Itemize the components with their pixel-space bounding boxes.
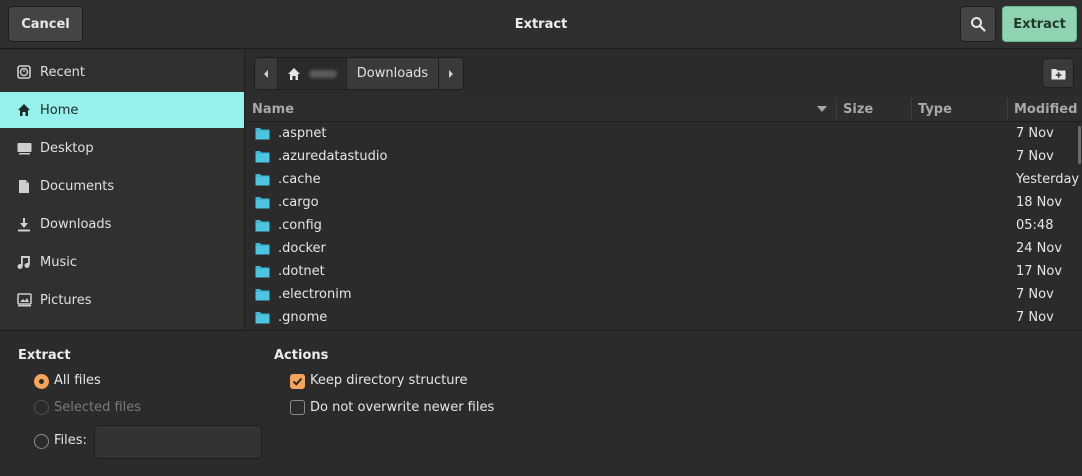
path-scroll-left-button[interactable] [254, 57, 278, 90]
file-row[interactable]: .cache Yesterday [246, 168, 1082, 191]
folder-icon [255, 266, 270, 278]
path-bar: Downloads [246, 50, 1082, 96]
chevron-left-icon [264, 69, 268, 78]
extract-button[interactable]: Extract [1002, 6, 1077, 42]
file-list: Name Size Type Modified .aspnet 7 Nov .a… [246, 96, 1082, 330]
sidebar-item-label: Desktop [40, 140, 94, 156]
sidebar-item-documents[interactable]: Documents [0, 168, 244, 204]
chevron-right-icon [449, 69, 453, 78]
extract-options-panel: Extract All files Selected files Files: … [0, 330, 1082, 476]
folder-icon [255, 174, 270, 186]
all-files-radio[interactable] [34, 374, 49, 389]
file-modified: 18 Nov [1016, 195, 1063, 210]
file-modified: 05:48 [1016, 218, 1054, 233]
sidebar-item-desktop[interactable]: Desktop [0, 130, 244, 166]
file-name: .docker [278, 241, 326, 256]
file-modified: 17 Nov [1016, 264, 1063, 279]
desktop-icon [16, 140, 32, 156]
file-row[interactable]: .dotnet 17 Nov [246, 260, 1082, 283]
no-overwrite-checkbox[interactable] [290, 400, 305, 415]
sidebar-item-label: Documents [40, 178, 115, 194]
file-modified: Yesterday [1016, 172, 1080, 187]
folder-icon [255, 312, 270, 324]
file-modified: 7 Nov [1016, 126, 1054, 141]
actions-heading: Actions [274, 348, 329, 363]
column-name[interactable]: Name [246, 96, 836, 122]
file-name: .dotnet [278, 264, 325, 279]
header-bar: Cancel Extract Extract [0, 0, 1082, 49]
keep-structure-checkbox[interactable] [290, 374, 305, 389]
file-modified: 7 Nov [1016, 310, 1054, 325]
files-pattern-input[interactable] [94, 425, 262, 459]
breadcrumb-downloads[interactable]: Downloads [346, 57, 439, 90]
keep-structure-label: Keep directory structure [310, 373, 468, 388]
file-row[interactable]: .cargo 18 Nov [246, 191, 1082, 214]
extract-heading: Extract [18, 348, 71, 363]
dialog-title: Extract [514, 17, 568, 32]
column-size[interactable]: Size [837, 96, 911, 122]
sidebar-item-music[interactable]: Music [0, 244, 244, 280]
places-sidebar: Recent Home Desktop Documents Downloads … [0, 50, 245, 330]
path-scroll-right-button[interactable] [438, 57, 464, 90]
file-row[interactable]: .azuredatastudio 7 Nov [246, 145, 1082, 168]
sort-descending-icon [817, 106, 827, 112]
file-name: .config [278, 218, 322, 233]
no-overwrite-label: Do not overwrite newer files [310, 400, 495, 415]
file-name: .aspnet [278, 126, 327, 141]
download-icon [16, 216, 32, 232]
redacted-username [309, 69, 337, 78]
file-modified: 7 Nov [1016, 149, 1054, 164]
file-name: .cache [278, 172, 321, 187]
folder-icon [255, 151, 270, 163]
music-icon [16, 254, 32, 270]
folder-icon [255, 243, 270, 255]
files-pattern-label: Files: [54, 433, 87, 448]
search-icon [971, 17, 986, 32]
selected-files-radio [34, 400, 49, 415]
file-name: .cargo [278, 195, 319, 210]
file-row[interactable]: .gnome 7 Nov [246, 306, 1082, 329]
sidebar-item-label: Recent [40, 64, 85, 80]
home-icon [16, 102, 32, 118]
new-folder-button[interactable] [1042, 58, 1074, 88]
file-name: .gnome [278, 310, 328, 325]
all-files-label: All files [54, 373, 101, 388]
sidebar-item-label: Downloads [40, 216, 112, 232]
picture-icon [16, 292, 32, 308]
sidebar-item-label: Music [40, 254, 77, 270]
folder-icon [255, 289, 270, 301]
checkmark-icon [292, 377, 303, 386]
column-type[interactable]: Type [912, 96, 1007, 122]
file-row[interactable]: .electronim 7 Nov [246, 283, 1082, 306]
search-button[interactable] [960, 6, 996, 42]
document-icon [16, 178, 32, 194]
folder-icon [255, 197, 270, 209]
sidebar-item-downloads[interactable]: Downloads [0, 206, 244, 242]
file-modified: 7 Nov [1016, 287, 1054, 302]
sidebar-item-label: Home [40, 102, 79, 118]
file-name: .azuredatastudio [278, 149, 388, 164]
file-name: .electronim [278, 287, 352, 302]
clock-icon [16, 64, 32, 80]
file-row[interactable]: .config 05:48 [246, 214, 1082, 237]
sidebar-item-home[interactable]: Home [0, 92, 244, 128]
files-pattern-radio[interactable] [34, 434, 49, 449]
scrollbar[interactable] [1078, 126, 1081, 164]
selected-files-label: Selected files [54, 400, 142, 415]
file-row[interactable]: .docker 24 Nov [246, 237, 1082, 260]
home-icon [288, 67, 300, 80]
sidebar-item-recent[interactable]: Recent [0, 54, 244, 90]
new-folder-icon [1051, 68, 1065, 79]
sidebar-item-label: Pictures [40, 292, 92, 308]
cancel-button[interactable]: Cancel [8, 6, 83, 42]
column-header-row: Name Size Type Modified [246, 96, 1082, 122]
breadcrumb-home[interactable] [277, 57, 347, 90]
folder-icon [255, 220, 270, 232]
file-row[interactable]: .aspnet 7 Nov [246, 122, 1082, 145]
sidebar-item-pictures[interactable]: Pictures [0, 282, 244, 318]
file-modified: 24 Nov [1016, 241, 1063, 256]
column-modified[interactable]: Modified [1008, 96, 1082, 122]
folder-icon [255, 128, 270, 140]
